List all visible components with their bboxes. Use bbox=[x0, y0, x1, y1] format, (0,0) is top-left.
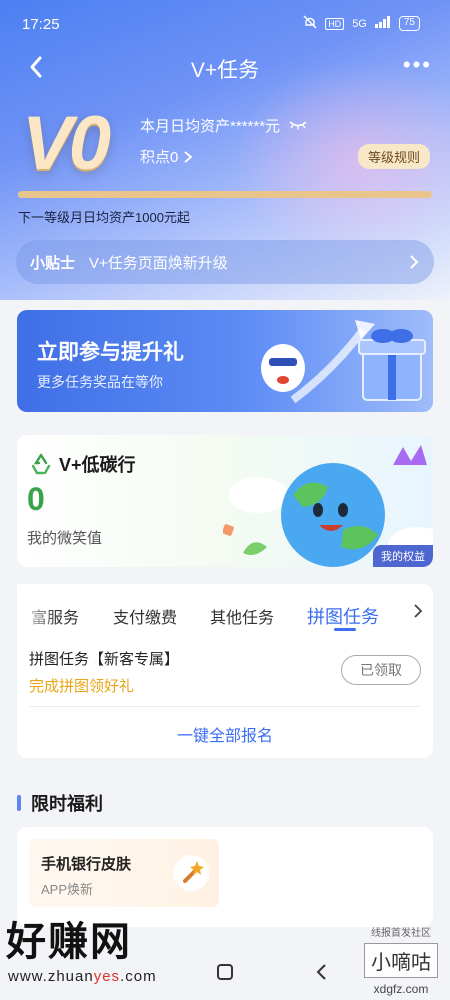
magic-wand-icon bbox=[173, 855, 209, 891]
next-level-requirement: 下一等级月日均资产1000元起 bbox=[18, 210, 190, 225]
tip-bar[interactable]: 小贴士 V+任务页面焕新升级 bbox=[16, 240, 434, 284]
watermark-url-suffix: .com bbox=[120, 968, 157, 985]
section-marker bbox=[17, 795, 21, 811]
banner-subtitle: 更多任务奖品在等你 bbox=[37, 374, 163, 390]
level-badge: V0 bbox=[22, 101, 111, 186]
page-title: V+任务 bbox=[190, 59, 260, 82]
watermark-right-mid: 小嘀咕 bbox=[364, 943, 438, 978]
monthly-asset: 本月日均资产******元 bbox=[140, 115, 308, 136]
points-link[interactable]: 积点0 bbox=[140, 146, 194, 167]
low-carbon-title: V+低碳行 bbox=[59, 455, 136, 475]
watermark-right-bottom: xdgfz.com bbox=[373, 982, 429, 996]
mute-icon bbox=[303, 15, 317, 32]
tip-label: 小贴士 bbox=[30, 254, 76, 272]
watermark-right-top: 线报首发社区 bbox=[371, 928, 431, 939]
gift-box-illustration bbox=[261, 320, 426, 404]
home-button[interactable] bbox=[213, 960, 237, 984]
task-card: 富服务 支付缴费 其他任务 拼图任务 拼图任务【新客专属】 完成拼图领好礼 已领… bbox=[17, 584, 433, 758]
banner-title: 立即参与提升礼 bbox=[37, 341, 184, 364]
claimed-button[interactable]: 已领取 bbox=[341, 655, 421, 685]
welfare-item-subtitle: APP焕新 bbox=[41, 882, 94, 897]
tab-other-tasks[interactable]: 其他任务 bbox=[210, 604, 274, 628]
monthly-asset-text: 本月日均资产******元 bbox=[140, 118, 281, 135]
signal-icon bbox=[374, 16, 391, 31]
limited-welfare-section-title: 限时福利 bbox=[17, 790, 103, 816]
top-nav: V+任务 ••• bbox=[0, 48, 450, 84]
divider bbox=[29, 706, 421, 707]
points-text: 积点0 bbox=[140, 149, 179, 166]
smile-value: 0 bbox=[27, 481, 45, 517]
status-icons: HD 5G 75 bbox=[303, 15, 420, 32]
status-time: 17:25 bbox=[22, 16, 60, 33]
tip-text: V+任务页面焕新升级 bbox=[89, 254, 228, 272]
welfare-card: 手机银行皮肤 APP焕新 bbox=[17, 827, 433, 927]
watermark-left-title: 好赚网 bbox=[6, 920, 132, 964]
task-item-name: 拼图任务【新客专属】 bbox=[29, 651, 180, 668]
watermark-url-highlight: yes bbox=[93, 968, 121, 985]
watermark-left-url: www.zhuanyes.com bbox=[8, 968, 157, 985]
chevron-right-icon bbox=[410, 255, 419, 269]
network-label: 5G bbox=[352, 17, 367, 30]
low-carbon-title-row: V+低碳行 bbox=[29, 451, 136, 477]
active-tab-indicator bbox=[334, 628, 356, 631]
task-tabs: 富服务 支付缴费 其他任务 拼图任务 bbox=[17, 584, 433, 636]
recycle-icon bbox=[31, 453, 51, 475]
level-rules-button[interactable]: 等级规则 bbox=[357, 144, 430, 169]
welfare-item-name: 手机银行皮肤 bbox=[41, 856, 132, 873]
status-bar: 17:25 HD 5G 75 bbox=[0, 0, 450, 48]
eye-closed-icon[interactable] bbox=[288, 117, 308, 134]
tab-payment[interactable]: 支付缴费 bbox=[113, 604, 177, 628]
system-back-button[interactable] bbox=[310, 960, 334, 984]
welfare-item-skin[interactable]: 手机银行皮肤 APP焕新 bbox=[29, 839, 219, 907]
chevron-right-icon bbox=[184, 150, 193, 163]
watermark-right: 线报首发社区 小嘀咕 xdgfz.com bbox=[364, 924, 438, 996]
chevron-right-icon bbox=[414, 604, 423, 618]
level-progress-fill bbox=[18, 191, 432, 198]
tab-fade bbox=[17, 584, 57, 636]
my-rights-badge[interactable]: 我的权益 bbox=[373, 545, 433, 567]
limited-welfare-title: 限时福利 bbox=[31, 794, 103, 814]
signup-all-button[interactable]: 一键全部报名 bbox=[17, 722, 433, 746]
battery-icon: 75 bbox=[398, 16, 420, 31]
hd-icon: HD bbox=[325, 17, 345, 30]
triangle-back-icon bbox=[316, 964, 326, 980]
promo-banner[interactable]: 立即参与提升礼 更多任务奖品在等你 bbox=[17, 310, 433, 412]
watermark-url-prefix: www.zhuan bbox=[8, 968, 94, 985]
tab-scroll-right-button[interactable] bbox=[413, 603, 423, 624]
level-progress-bar bbox=[18, 191, 432, 198]
square-icon bbox=[217, 964, 233, 980]
tab-puzzle-tasks[interactable]: 拼图任务 bbox=[307, 603, 379, 629]
smile-value-label: 我的微笑值 bbox=[27, 530, 103, 547]
low-carbon-card[interactable]: V+低碳行 0 我的微笑值 我的权益 bbox=[17, 435, 433, 567]
more-button[interactable]: ••• bbox=[403, 52, 432, 78]
task-item-description: 完成拼图领好礼 bbox=[29, 678, 135, 695]
